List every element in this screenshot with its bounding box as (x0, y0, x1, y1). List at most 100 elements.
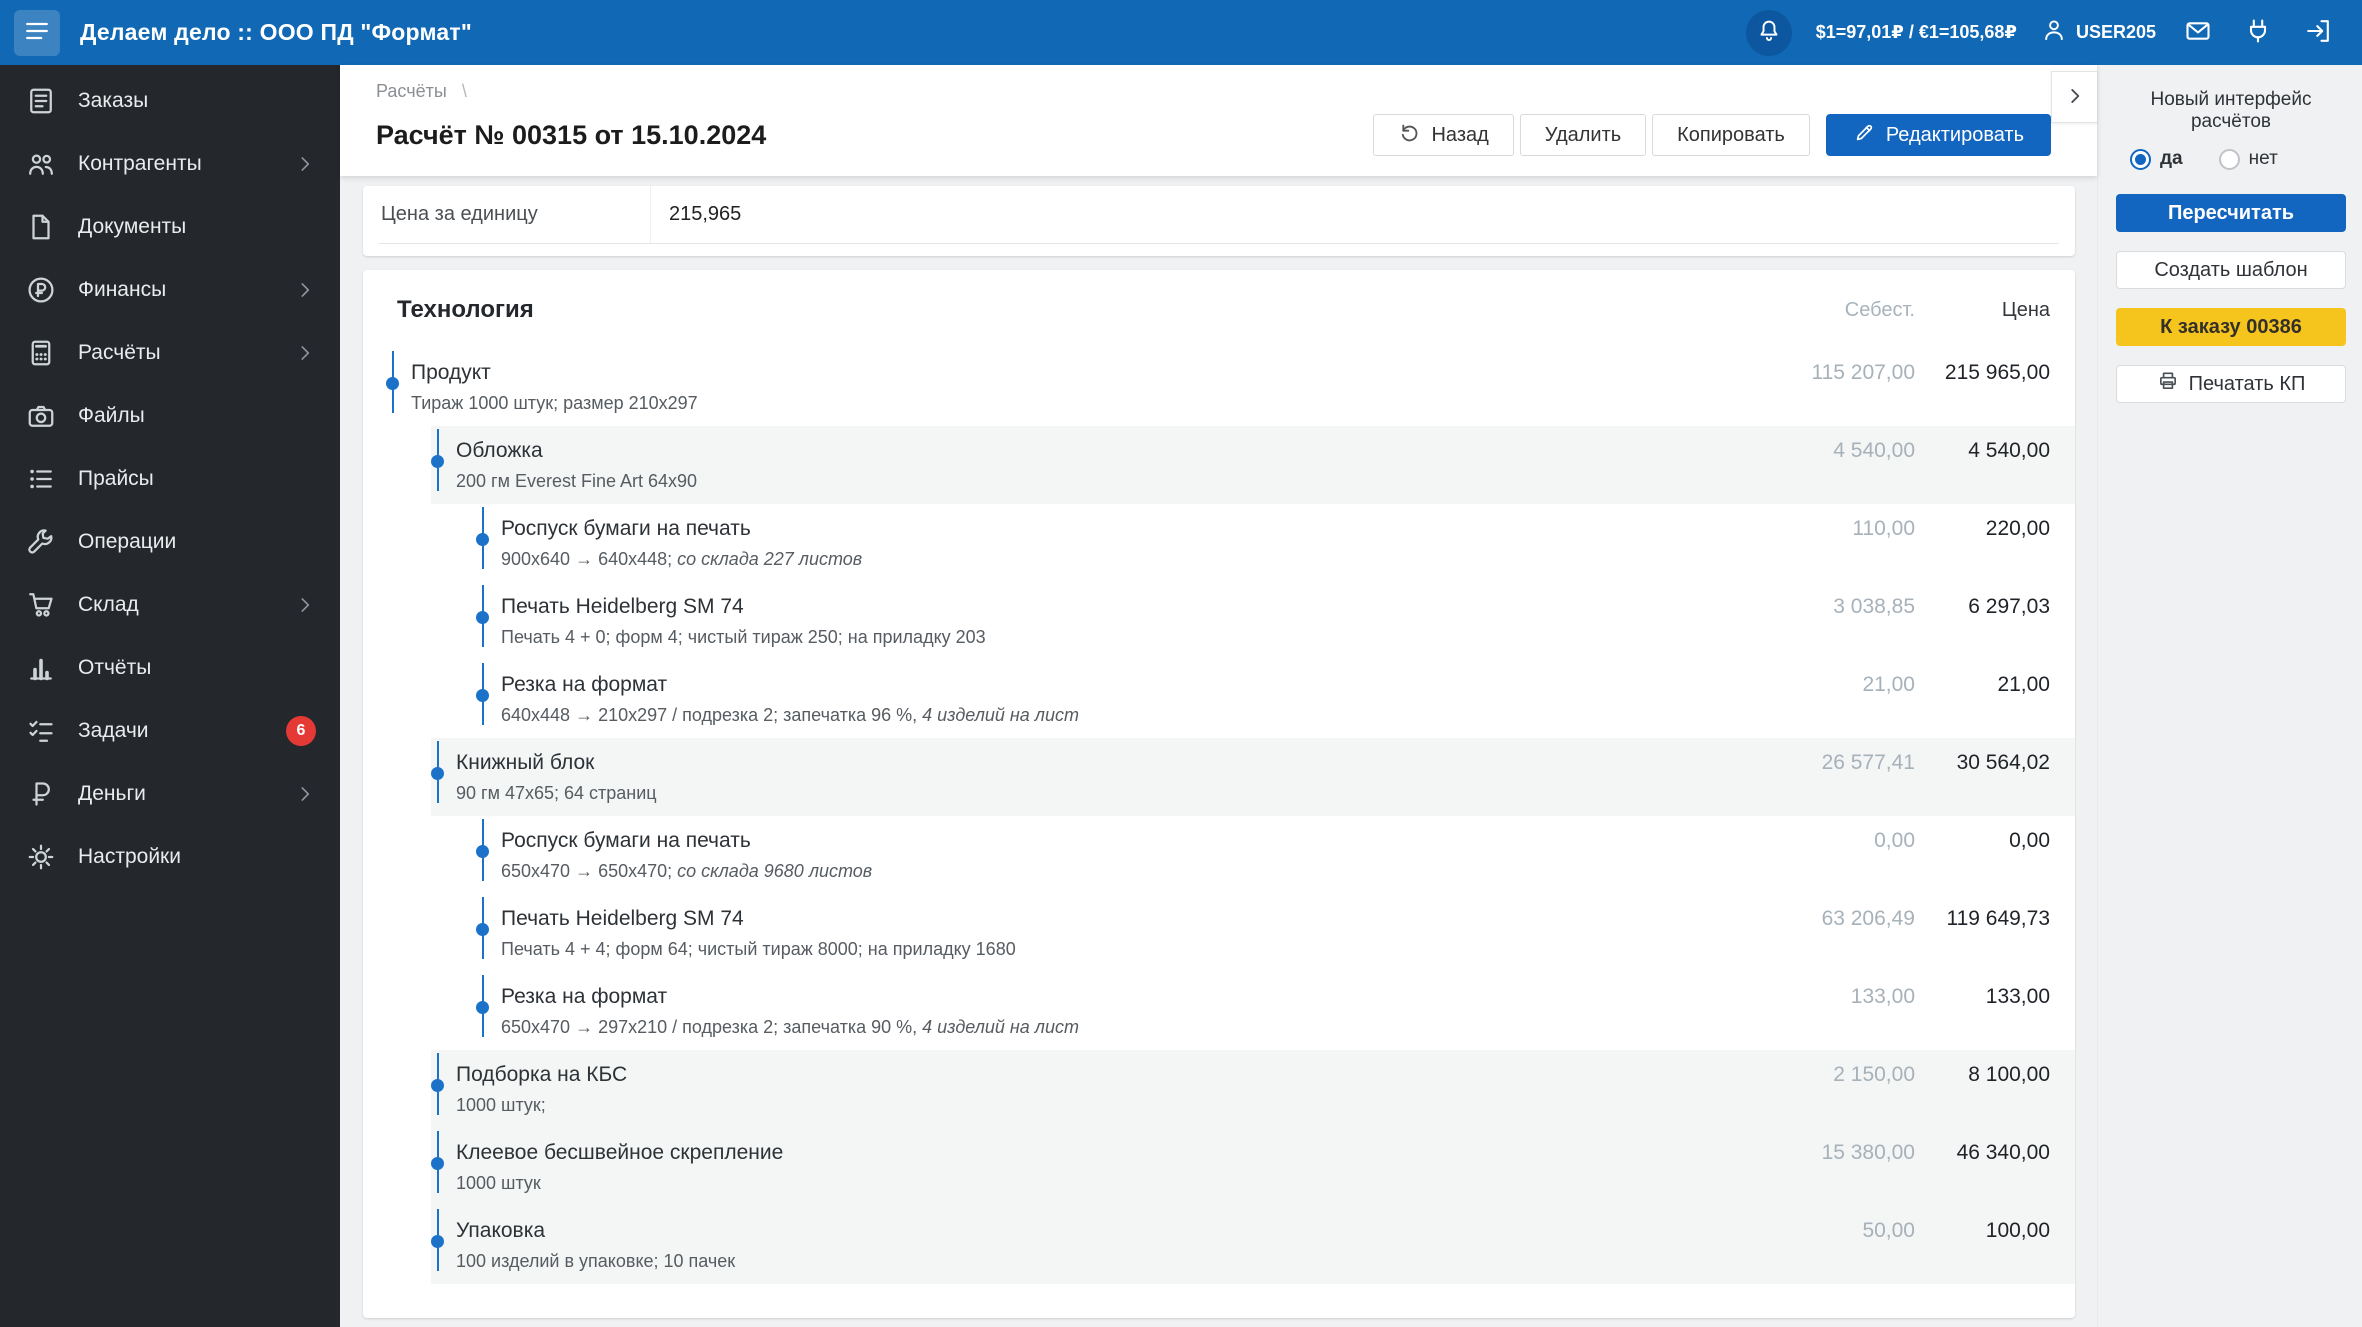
tree-node-dot-icon (476, 897, 501, 960)
tech-row-title: Резка на формат (501, 985, 668, 1008)
sidebar-item-label: Контрагенты (78, 151, 202, 175)
tech-row[interactable]: Подборка на КБС 1000 штук; 2 150,00 8 100,0… (431, 1050, 2075, 1128)
breadcrumb[interactable]: Расчёты \ (376, 81, 2097, 102)
tech-row[interactable]: Клеевое бесшвейное скрепление 1000 штук 15… (431, 1128, 2075, 1206)
tech-row[interactable]: Упаковка 100 изделий в упаковке; 10 пачек… (431, 1206, 2075, 1284)
tech-row-cost: 110,00 (1852, 517, 1915, 540)
sidebar-item-warehouse[interactable]: Склад (0, 573, 340, 636)
tech-row-price: 215 965,00 (1944, 361, 2050, 384)
chevron-right-icon (294, 279, 316, 301)
tech-row[interactable]: Продукт Тираж 1000 штук; размер 210x297 11… (386, 348, 2075, 426)
new-interface-label: Новый интерфейс расчётов (2150, 89, 2312, 132)
tech-row-subtitle: 1000 штук; (456, 1095, 546, 1115)
tech-row[interactable]: Резка на формат 640x448 → 210x297 / подре… (476, 660, 2075, 738)
sidebar-item-tasks[interactable]: Задачи 6 (0, 699, 340, 762)
sidebar-item-orders[interactable]: Заказы (0, 69, 340, 132)
mail-button[interactable] (2180, 15, 2216, 51)
sidebar-item-reports[interactable]: Отчёты (0, 636, 340, 699)
undo-icon (1398, 121, 1421, 150)
sidebar-item-label: Склад (78, 592, 139, 616)
edit-button[interactable]: Редактировать (1825, 114, 2051, 156)
tech-row-cost: 21,00 (1862, 673, 1915, 696)
chevron-right-icon (294, 783, 316, 805)
tech-row-title: Книжный блок (456, 751, 595, 774)
copy-button[interactable]: Копировать (1652, 114, 1810, 156)
tech-row-title: Упаковка (456, 1219, 546, 1242)
tech-row[interactable]: Роспуск бумаги на печать 900x640 → 640x44… (476, 504, 2075, 582)
tech-row[interactable]: Роспуск бумаги на печать 650x470 → 650x47… (476, 816, 2075, 894)
sidebar-item-label: Операции (78, 529, 177, 553)
sidebar-item-money[interactable]: Деньги (0, 762, 340, 825)
recalculate-button[interactable]: Пересчитать (2116, 194, 2346, 232)
app-title: Делаем дело :: ООО ПД "Формат" (80, 19, 472, 45)
tree-node-dot-icon (476, 975, 501, 1038)
partners-icon (26, 149, 56, 179)
notifications-button[interactable] (1745, 9, 1792, 56)
tech-row-title: Клеевое бесшвейное скрепление (456, 1141, 784, 1164)
printer-icon (2157, 370, 2179, 398)
prices-icon (26, 464, 56, 494)
chevron-right-icon (294, 342, 316, 364)
tree-node-dot-icon (386, 351, 411, 414)
sidebar-item-files[interactable]: Файлы (0, 384, 340, 447)
tech-row-subtitle: 200 гм Everest Fine Art 64x90 (456, 471, 698, 491)
money-icon (26, 779, 56, 809)
tech-row-title: Подборка на КБС (456, 1063, 628, 1086)
sidebar-item-partners[interactable]: Контрагенты (0, 132, 340, 195)
summary-value: 215,965 (669, 203, 742, 225)
content-scroll-area[interactable]: Цена за единицу 215,965 Технология Себес… (340, 176, 2097, 1327)
sidebar-item-operations[interactable]: Операции (0, 510, 340, 573)
column-header-cost: Себест. (1844, 298, 1915, 321)
tech-row-title: Обложка (456, 439, 543, 462)
user-menu[interactable]: USER205 (2041, 17, 2156, 48)
tech-row-subtitle: Печать 4 + 0; форм 4; чистый тираж 250; … (501, 627, 986, 647)
print-kp-button[interactable]: Печатать КП (2116, 365, 2346, 403)
tech-row-title: Роспуск бумаги на печать (501, 517, 751, 540)
sidebar-item-label: Настройки (78, 844, 181, 868)
tech-row[interactable]: Книжный блок 90 гм 47x65; 64 страниц 26 57… (431, 738, 2075, 816)
technology-header: Технология Себест. Цена (363, 270, 2075, 348)
sidebar-item-calculations[interactable]: Расчёты (0, 321, 340, 384)
tech-row-price: 119 649,73 (1946, 907, 2050, 930)
tech-row-subtitle: Печать 4 + 4; форм 64; чистый тираж 8000… (501, 939, 1016, 959)
tech-row[interactable]: Обложка 200 гм Everest Fine Art 64x90 4 54… (431, 426, 2075, 504)
technology-title: Технология (397, 296, 534, 323)
sidebar-item-prices[interactable]: Прайсы (0, 447, 340, 510)
page-header: Расчёты \ Расчёт № 00315 от 15.10.2024 Н… (340, 65, 2097, 176)
tech-row-price: 100,00 (1985, 1219, 2050, 1242)
tech-row-subtitle: 640x448 → 210x297 / подрезка 2; запечатк… (501, 705, 1079, 725)
sidebar-item-settings[interactable]: Настройки (0, 825, 340, 888)
to-order-button[interactable]: К заказу 00386 (2116, 308, 2346, 346)
tech-row-price: 133,00 (1985, 985, 2050, 1008)
radio-no[interactable]: нет (2218, 148, 2278, 170)
tech-row[interactable]: Печать Heidelberg SM 74 Печать 4 + 4; фор… (476, 894, 2075, 972)
tech-row-title: Резка на формат (501, 673, 668, 696)
connection-button[interactable] (2240, 15, 2276, 51)
tree-node-dot-icon (431, 1053, 456, 1116)
tree-node-dot-icon (476, 663, 501, 726)
sidebar-item-finance[interactable]: Финансы (0, 258, 340, 321)
sidebar-item-label: Задачи (78, 718, 149, 742)
sidebar-item-documents[interactable]: Документы (0, 195, 340, 258)
breadcrumb-item[interactable]: Расчёты (376, 81, 447, 101)
operations-icon (26, 527, 56, 557)
radio-yes[interactable]: да (2130, 148, 2183, 170)
tech-row-price: 0,00 (2009, 829, 2050, 852)
tree-node-dot-icon (431, 429, 456, 492)
plug-icon (2244, 17, 2272, 48)
back-button[interactable]: Назад (1373, 114, 1514, 156)
tree-node-dot-icon (431, 1131, 456, 1194)
finance-icon (26, 275, 56, 305)
tree-node-dot-icon (431, 1209, 456, 1272)
create-template-button[interactable]: Создать шаблон (2116, 251, 2346, 289)
tech-row-subtitle: 900x640 → 640x448; со склада 227 листов (501, 549, 863, 569)
tech-row[interactable]: Резка на формат 650x470 → 297x210 / подре… (476, 972, 2075, 1050)
shell: Заказы Контрагенты Документы Финансы Расчёты… (0, 65, 2362, 1327)
tech-row-cost: 0,00 (1874, 829, 1915, 852)
tech-row[interactable]: Печать Heidelberg SM 74 Печать 4 + 0; фор… (476, 582, 2075, 660)
tasks-icon (26, 716, 56, 746)
delete-button[interactable]: Удалить (1519, 114, 1647, 156)
menu-toggle-button[interactable] (14, 9, 60, 56)
logout-button[interactable] (2300, 15, 2336, 51)
collapse-panel-button[interactable] (2051, 71, 2097, 123)
